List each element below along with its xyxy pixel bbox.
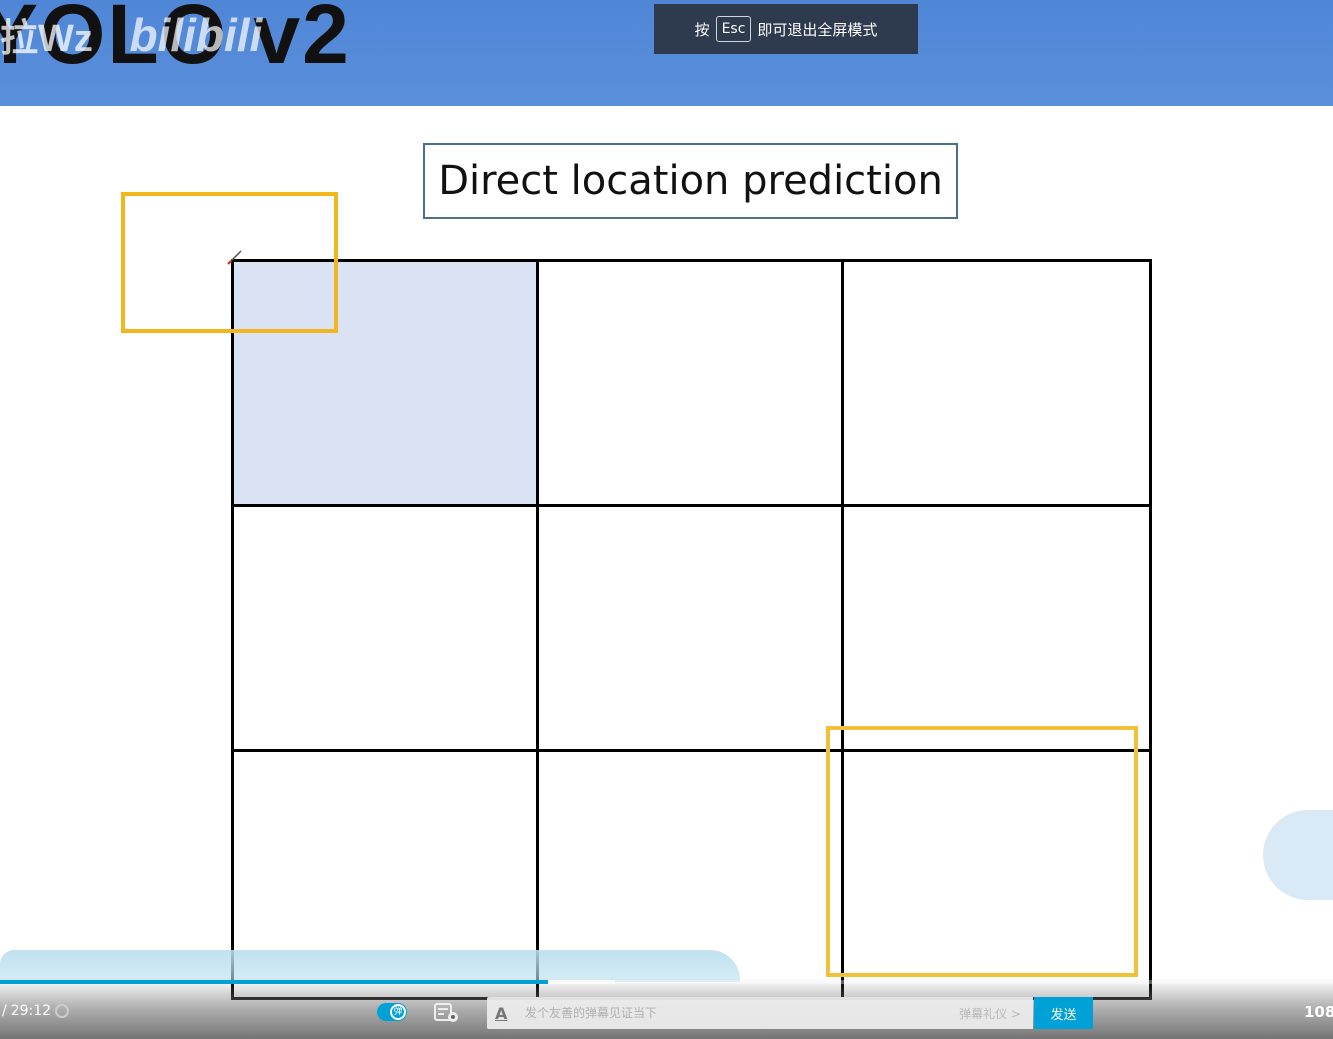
- bilibili-watermark: 拉Wz bilibili: [0, 12, 262, 58]
- decorative-cloud: [1263, 810, 1333, 900]
- viewer-count: 108: [1304, 1003, 1333, 1021]
- danmaku-style-icon[interactable]: A: [495, 1004, 515, 1023]
- progress-bar[interactable]: [0, 980, 1333, 984]
- grid-cell: [234, 507, 539, 752]
- grid-cell: [539, 507, 844, 752]
- watermark-author: 拉Wz: [0, 18, 93, 60]
- loading-ring-icon: [55, 1004, 70, 1018]
- esc-key-badge: Esc: [715, 15, 752, 43]
- danmaku-settings-icon[interactable]: [434, 1002, 460, 1024]
- danmaku-toggle-knob: 弹: [390, 1004, 406, 1020]
- hint-prefix: 按: [694, 20, 710, 39]
- danmaku-input-bar: A 弹幕礼仪 >: [487, 997, 1033, 1029]
- slide-heading: Direct location prediction: [423, 143, 958, 219]
- duration-label: 29:12: [10, 1003, 52, 1019]
- fullscreen-exit-hint: 按 Esc 即可退出全屏模式: [654, 4, 918, 54]
- pen-cursor-icon: [227, 250, 242, 265]
- danmaku-etiquette-link[interactable]: 弹幕礼仪 >: [959, 1005, 1033, 1022]
- send-danmaku-button[interactable]: 发送: [1034, 997, 1093, 1029]
- grid-cell: [844, 262, 1149, 507]
- anchor-box-bottom-right: [826, 726, 1138, 977]
- grid-cell: [844, 507, 1149, 752]
- progress-played: [0, 980, 548, 984]
- time-display: / 29:12: [2, 1003, 70, 1019]
- grid-cell: [539, 262, 844, 507]
- time-separator: /: [2, 1003, 7, 1019]
- video-player-stage: YOLO v2 拉Wz bilibili 按 Esc 即可退出全屏模式 Dire…: [0, 0, 1333, 1039]
- bilibili-logo: bilibili: [129, 9, 263, 61]
- danmaku-toggle-switch[interactable]: 弹: [377, 1003, 407, 1021]
- danmaku-input[interactable]: [515, 1005, 960, 1021]
- hint-suffix: 即可退出全屏模式: [757, 20, 878, 39]
